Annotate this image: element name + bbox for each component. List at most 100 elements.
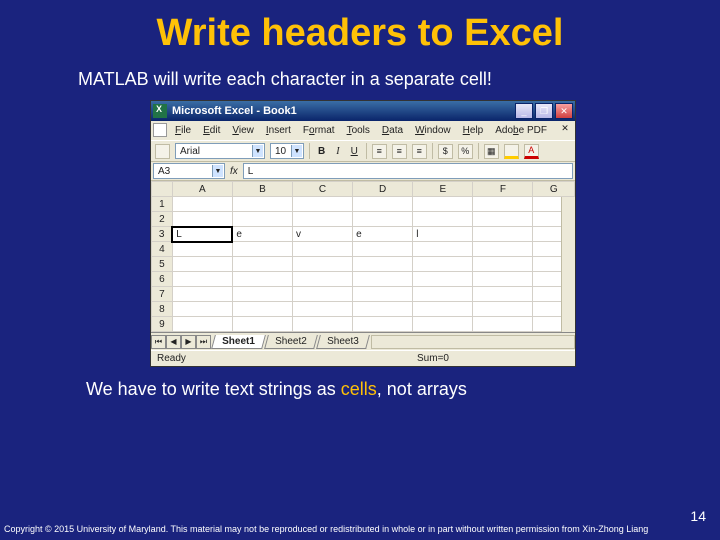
menu-window[interactable]: Window <box>409 123 457 138</box>
cell[interactable] <box>172 272 232 287</box>
tab-next-icon[interactable]: ▶ <box>181 335 196 349</box>
align-right-icon[interactable]: ≡ <box>412 144 427 159</box>
font-name-select[interactable]: Arial ▼ <box>175 143 265 159</box>
cell-e3[interactable]: l <box>413 227 473 242</box>
cell[interactable] <box>232 317 292 332</box>
document-close-button[interactable]: ✕ <box>558 123 572 135</box>
cell[interactable] <box>292 212 352 227</box>
column-header-g[interactable]: G <box>533 182 575 197</box>
cell[interactable] <box>353 317 413 332</box>
cell-f3[interactable] <box>473 227 533 242</box>
menu-view[interactable]: View <box>226 123 260 138</box>
menu-insert[interactable]: Insert <box>260 123 297 138</box>
align-left-icon[interactable]: ≡ <box>372 144 387 159</box>
horizontal-scrollbar[interactable] <box>371 335 575 349</box>
cell[interactable] <box>413 287 473 302</box>
toolbar-icon[interactable] <box>155 144 170 159</box>
column-header-e[interactable]: E <box>413 182 473 197</box>
cell[interactable] <box>353 242 413 257</box>
cell-b3[interactable]: e <box>232 227 292 242</box>
cell[interactable] <box>473 257 533 272</box>
cell[interactable] <box>413 317 473 332</box>
cell[interactable] <box>292 257 352 272</box>
cell[interactable] <box>473 242 533 257</box>
cell[interactable] <box>473 287 533 302</box>
cell[interactable] <box>172 317 232 332</box>
cell-a3[interactable]: L <box>172 227 232 242</box>
vertical-scrollbar[interactable] <box>561 197 575 332</box>
cell[interactable] <box>232 242 292 257</box>
font-size-select[interactable]: 10 ▼ <box>270 143 304 159</box>
cell[interactable] <box>292 242 352 257</box>
menu-tools[interactable]: Tools <box>341 123 376 138</box>
sheet-tab-1[interactable]: Sheet1 <box>211 335 266 349</box>
menu-help[interactable]: Help <box>457 123 490 138</box>
cell[interactable] <box>172 212 232 227</box>
chevron-down-icon[interactable]: ▼ <box>252 145 263 157</box>
cell[interactable] <box>413 197 473 212</box>
row-header[interactable]: 2 <box>152 212 173 227</box>
cell[interactable] <box>473 197 533 212</box>
cell[interactable] <box>473 317 533 332</box>
formula-input[interactable]: L <box>243 163 573 179</box>
cell[interactable] <box>172 287 232 302</box>
cell[interactable] <box>232 287 292 302</box>
cell[interactable] <box>232 197 292 212</box>
font-color-icon[interactable]: A <box>524 144 539 159</box>
sheet-tab-3[interactable]: Sheet3 <box>316 335 369 349</box>
column-header-d[interactable]: D <box>353 182 413 197</box>
cell[interactable] <box>232 257 292 272</box>
cell[interactable] <box>292 317 352 332</box>
cell[interactable] <box>413 302 473 317</box>
cell[interactable] <box>292 272 352 287</box>
fx-button[interactable]: fx <box>225 166 243 177</box>
cell[interactable] <box>473 302 533 317</box>
cell[interactable] <box>353 287 413 302</box>
menu-data[interactable]: Data <box>376 123 409 138</box>
cell[interactable] <box>413 272 473 287</box>
row-header[interactable]: 5 <box>152 257 173 272</box>
cell[interactable] <box>473 272 533 287</box>
cell[interactable] <box>413 257 473 272</box>
cell[interactable] <box>232 302 292 317</box>
row-header[interactable]: 9 <box>152 317 173 332</box>
tab-last-icon[interactable]: ⏭ <box>196 335 211 349</box>
cell[interactable] <box>413 242 473 257</box>
chevron-down-icon[interactable]: ▼ <box>212 165 223 177</box>
minimize-button[interactable]: _ <box>515 103 533 119</box>
cell[interactable] <box>353 197 413 212</box>
chevron-down-icon[interactable]: ▼ <box>291 145 302 157</box>
cell[interactable] <box>172 197 232 212</box>
cell-d3[interactable]: e <box>353 227 413 242</box>
workbook-icon[interactable] <box>153 123 167 137</box>
cell[interactable] <box>473 212 533 227</box>
cell[interactable] <box>172 302 232 317</box>
menu-adobe-pdf[interactable]: Adobe PDF <box>489 123 553 138</box>
cell[interactable] <box>172 257 232 272</box>
cell[interactable] <box>353 302 413 317</box>
cell[interactable] <box>292 197 352 212</box>
cell[interactable] <box>413 212 473 227</box>
fill-color-icon[interactable] <box>504 144 519 159</box>
cell[interactable] <box>232 212 292 227</box>
italic-button[interactable]: I <box>333 146 342 157</box>
cell[interactable] <box>292 287 352 302</box>
row-header[interactable]: 4 <box>152 242 173 257</box>
cell-c3[interactable]: v <box>292 227 352 242</box>
cell[interactable] <box>232 272 292 287</box>
maximize-button[interactable]: ❐ <box>535 103 553 119</box>
cell[interactable] <box>292 302 352 317</box>
borders-icon[interactable]: ▦ <box>484 144 499 159</box>
column-header-b[interactable]: B <box>232 182 292 197</box>
align-center-icon[interactable]: ≡ <box>392 144 407 159</box>
bold-button[interactable]: B <box>315 146 328 157</box>
cell[interactable] <box>353 212 413 227</box>
row-header[interactable]: 8 <box>152 302 173 317</box>
menu-format[interactable]: Format <box>297 123 341 138</box>
underline-button[interactable]: U <box>348 146 361 157</box>
column-header-a[interactable]: A <box>172 182 232 197</box>
row-header[interactable]: 6 <box>152 272 173 287</box>
cell[interactable] <box>353 257 413 272</box>
percent-icon[interactable]: % <box>458 144 473 159</box>
row-header[interactable]: 7 <box>152 287 173 302</box>
